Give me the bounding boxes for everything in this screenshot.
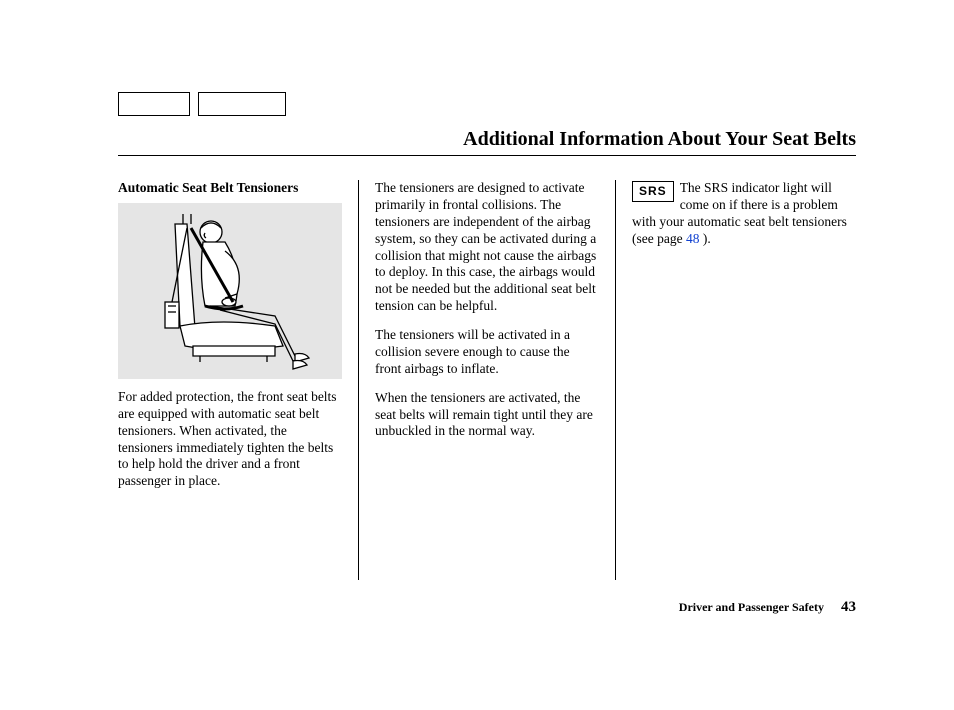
manual-page: Additional Information About Your Seat B… <box>0 0 954 710</box>
title-rule <box>118 155 856 156</box>
page-footer: Driver and Passenger Safety 43 <box>679 599 856 616</box>
top-nav-boxes <box>118 92 286 116</box>
content-columns: Automatic Seat Belt Tensioners <box>118 180 856 580</box>
column-1: Automatic Seat Belt Tensioners <box>118 180 359 580</box>
seated-person-icon <box>125 206 335 376</box>
column-3: SRS The SRS indicator light will come on… <box>616 180 856 580</box>
col2-paragraph-1: The tensioners are designed to activate … <box>375 180 599 315</box>
nav-box-2[interactable] <box>198 92 286 116</box>
col3-text-after: ). <box>699 231 710 246</box>
column-2: The tensioners are designed to activate … <box>359 180 616 580</box>
page-link-48[interactable]: 48 <box>686 231 700 246</box>
nav-box-1[interactable] <box>118 92 190 116</box>
seatbelt-illustration <box>118 203 342 379</box>
srs-indicator-icon: SRS <box>632 181 674 202</box>
page-number: 43 <box>841 599 856 615</box>
section-heading: Automatic Seat Belt Tensioners <box>118 180 342 197</box>
col2-paragraph-3: When the tensioners are activated, the s… <box>375 390 599 441</box>
col2-paragraph-2: The tensioners will be activated in a co… <box>375 327 599 378</box>
col3-paragraph: SRS The SRS indicator light will come on… <box>632 180 856 248</box>
page-title: Additional Information About Your Seat B… <box>463 128 856 151</box>
col1-paragraph-1: For added protection, the front seat bel… <box>118 389 342 490</box>
footer-section: Driver and Passenger Safety <box>679 600 824 614</box>
